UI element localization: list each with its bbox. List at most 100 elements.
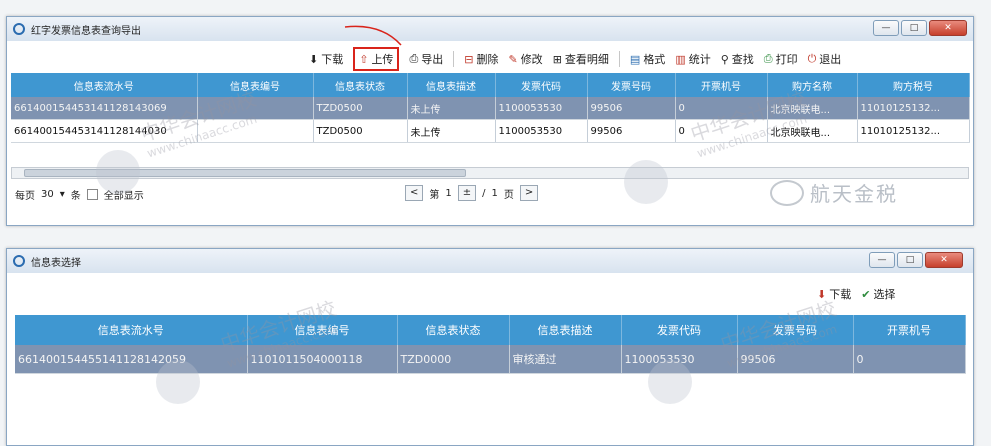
maximize-button[interactable]: □ (901, 20, 927, 36)
page-separator: / (482, 187, 486, 199)
column-header[interactable]: 购方名称 (767, 73, 858, 97)
info-table-selection-window: 信息表选择 — □ ✕ ⬇ 下载 ✔ 选择 信息表流水号 信息表编号 信息表状态 信… (6, 248, 974, 446)
brand-name: 航天金税 (810, 182, 898, 206)
upload-icon: ⇧ (359, 52, 369, 66)
column-header[interactable]: 开票机号 (853, 315, 966, 345)
download-icon: ⬇ (309, 52, 319, 66)
watermark-logo (648, 360, 692, 404)
column-header[interactable]: 信息表状态 (397, 315, 510, 345)
table-row[interactable]: 661400154453141128144030 TZD0500 未上传 110… (11, 119, 970, 143)
table-cell: 0 (675, 97, 768, 120)
table-cell: 北京映联电... (767, 97, 858, 120)
minimize-button[interactable]: — (873, 20, 899, 36)
table-cell: 1100053530 (495, 119, 588, 143)
delete-icon: ⊟ (464, 52, 474, 66)
close-button[interactable]: ✕ (925, 252, 963, 268)
toolbar-divider (453, 51, 455, 67)
statistics-icon: ▥ (675, 52, 686, 66)
selection-grid: 信息表流水号 信息表编号 信息表状态 信息表描述 发票代码 发票号码 开票机号 … (15, 315, 966, 374)
screen: { "window1": { "title": "红字发票信息表查询导出", "… (0, 0, 991, 446)
exit-icon: ⏻ (807, 52, 817, 65)
app-icon (13, 255, 25, 267)
statistics-button[interactable]: ▥ 统计 (675, 51, 710, 67)
close-button[interactable]: ✕ (929, 20, 967, 36)
show-all-checkbox[interactable] (86, 189, 98, 200)
per-page-label: 每页 (15, 191, 35, 202)
scrollbar-thumb[interactable] (24, 169, 466, 177)
download-button[interactable]: ⬇ 下载 (817, 286, 851, 302)
maximize-button[interactable]: □ (897, 252, 923, 268)
app-icon (13, 23, 25, 35)
table-cell: 661400154453141128143069 (11, 97, 198, 120)
table-cell: 11010125132... (857, 119, 970, 143)
download-button[interactable]: ⬇ 下载 (309, 51, 343, 67)
window-controls: — □ ✕ (873, 20, 967, 36)
minimize-button[interactable]: — (869, 252, 895, 268)
view-details-button[interactable]: ⊞ 查看明细 (553, 51, 609, 67)
exit-button[interactable]: ⏻ 退出 (808, 51, 842, 67)
table-cell: 99506 (587, 119, 676, 143)
table-cell: 未上传 (407, 97, 496, 120)
column-header[interactable]: 信息表状态 (313, 73, 408, 97)
export-icon: ⎙ (409, 52, 419, 65)
select-icon: ✔ (861, 287, 871, 301)
select-button[interactable]: ✔ 选择 (861, 286, 895, 302)
column-header[interactable]: 购方税号 (857, 73, 970, 97)
column-header[interactable]: 发票号码 (587, 73, 676, 97)
search-button[interactable]: ⚲ 查找 (721, 51, 754, 67)
column-header[interactable]: 开票机号 (675, 73, 768, 97)
table-header: 信息表流水号 信息表编号 信息表状态 信息表描述 发票代码 发票号码 开票机号 (15, 315, 966, 345)
edit-icon: ✎ (508, 52, 518, 66)
total-pages: 1 (491, 187, 498, 199)
table-cell: 11010125132... (857, 97, 970, 120)
window-title: 信息表选择 (31, 257, 81, 269)
print-button[interactable]: ⎙ 打印 (764, 51, 798, 67)
next-page-button[interactable]: > (519, 185, 539, 201)
page-suffix: 页 (503, 189, 514, 201)
column-header[interactable]: 信息表流水号 (11, 73, 198, 97)
toolbar: ⬇ 下载 ✔ 选择 (817, 286, 895, 302)
table-header: 信息表流水号 信息表编号 信息表状态 信息表描述 发票代码 发票号码 开票机号 … (11, 73, 970, 97)
column-header[interactable]: 发票代码 (495, 73, 588, 97)
export-button[interactable]: ⎙ 导出 (409, 51, 443, 67)
brand-logo-icon (770, 179, 804, 206)
column-header[interactable]: 发票号码 (737, 315, 854, 345)
table-cell: 1100053530 (495, 97, 588, 120)
chevron-down-icon[interactable]: ▾ (60, 189, 65, 200)
print-icon: ⎙ (763, 52, 773, 65)
delete-button[interactable]: ⊟ 删除 (464, 51, 498, 67)
table-cell: 0 (853, 345, 966, 374)
per-page-unit: 条 (70, 191, 81, 202)
title-bar: 红字发票信息表查询导出 — □ ✕ (7, 17, 973, 41)
column-header[interactable]: 信息表编号 (197, 73, 314, 97)
table-cell (197, 97, 314, 120)
table-cell: 99506 (737, 345, 854, 374)
edit-button[interactable]: ✎ 修改 (508, 51, 542, 67)
toolbar-divider (618, 51, 620, 67)
page-spinner[interactable]: ± (457, 185, 477, 201)
table-cell: 未上传 (407, 119, 496, 143)
table-row[interactable]: 661400154455141128142059 110101150400011… (15, 345, 966, 374)
current-page-input[interactable]: 1 (445, 188, 451, 199)
table-cell: TZD0500 (313, 97, 408, 120)
brand-logo: 航天金税 (770, 178, 898, 207)
format-button[interactable]: ▤ 格式 (630, 51, 665, 67)
table-cell: 北京映联电... (767, 119, 858, 143)
column-header[interactable]: 信息表描述 (407, 73, 496, 97)
table-cell: 661400154453141128144030 (11, 119, 198, 143)
column-header[interactable]: 信息表描述 (509, 315, 622, 345)
table-row[interactable]: 661400154453141128143069 TZD0500 未上传 110… (11, 97, 970, 120)
column-header[interactable]: 信息表流水号 (15, 315, 248, 345)
view-details-icon: ⊞ (552, 52, 562, 66)
column-header[interactable]: 信息表编号 (247, 315, 398, 345)
table-cell: 99506 (587, 97, 676, 120)
search-icon: ⚲ (720, 52, 729, 66)
prev-page-button[interactable]: < (405, 185, 424, 201)
per-page-select[interactable]: 30 (41, 189, 54, 200)
page-prefix: 第 (429, 189, 440, 201)
table-cell: 0 (675, 119, 768, 143)
download-icon: ⬇ (817, 287, 827, 301)
format-icon: ▤ (629, 52, 641, 66)
watermark-logo (624, 160, 668, 204)
column-header[interactable]: 发票代码 (621, 315, 738, 345)
